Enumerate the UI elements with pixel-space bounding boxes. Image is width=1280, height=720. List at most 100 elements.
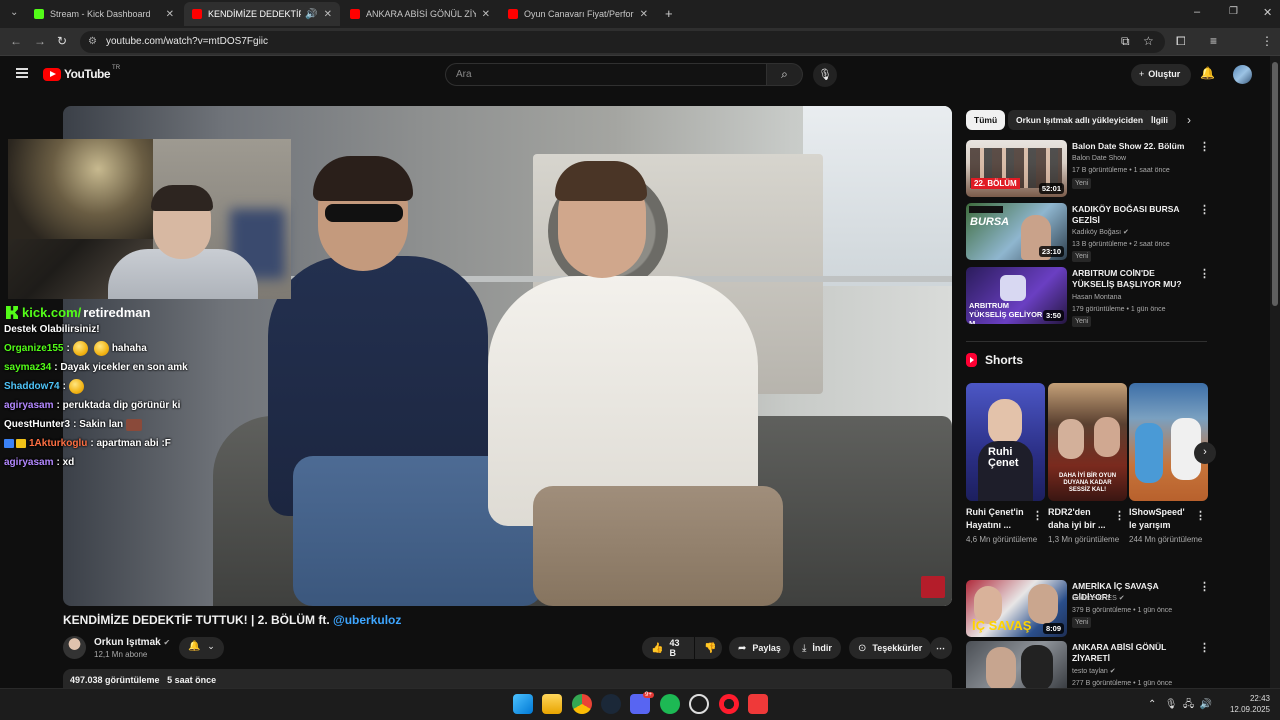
- video-thumbnail[interactable]: İÇ SAVAŞ 8:09: [966, 580, 1067, 637]
- video-thumbnail[interactable]: [966, 641, 1067, 688]
- short-title[interactable]: RDR2'den daha iyi bir ...: [1048, 506, 1110, 532]
- more-options-icon[interactable]: ⋮: [1195, 509, 1206, 522]
- spotify-icon[interactable]: [660, 694, 680, 714]
- download-button[interactable]: ⤓ İndir: [793, 637, 841, 659]
- more-actions-button[interactable]: ⋯: [930, 637, 952, 659]
- guide-menu-icon[interactable]: [16, 68, 28, 78]
- chevron-right-icon[interactable]: ›: [1187, 113, 1191, 127]
- more-options-icon[interactable]: ⋮: [1199, 580, 1210, 593]
- close-tab-icon[interactable]: ✕: [166, 9, 174, 20]
- network-icon[interactable]: 🖧: [1183, 699, 1194, 710]
- new-tab-icon[interactable]: +: [665, 6, 673, 21]
- video-title[interactable]: Balon Date Show 22. Bölüm: [1072, 141, 1196, 152]
- recommended-video[interactable]: İÇ SAVAŞ 8:09 AMERİKA İÇ SAVAŞA GİDİYOR!…: [966, 580, 1210, 640]
- channel-name[interactable]: Balon Date Show: [1072, 153, 1126, 164]
- like-button[interactable]: 👍 43 B: [642, 637, 694, 659]
- media-controls-icon[interactable]: ≡: [1210, 34, 1217, 48]
- video-title[interactable]: KADIKÖY BOĞASI BURSA GEZİSİ: [1072, 204, 1196, 226]
- steam-icon[interactable]: [601, 694, 621, 714]
- tab-kick-dashboard[interactable]: Stream - Kick Dashboard ✕: [26, 2, 182, 26]
- opera-icon[interactable]: [719, 694, 739, 714]
- taskbar-clock[interactable]: 22:43 12.09.2025: [1226, 693, 1270, 715]
- install-app-icon[interactable]: ⧉: [1121, 34, 1130, 49]
- channel-name[interactable]: Orkun Işıtmak ✔: [94, 637, 170, 648]
- voice-search-button[interactable]: 🎙: [813, 63, 837, 87]
- back-icon[interactable]: ←: [10, 34, 22, 48]
- minimize-icon[interactable]: –: [1194, 6, 1200, 18]
- site-info-icon[interactable]: ⚙: [88, 36, 97, 47]
- chevron-right-icon[interactable]: ›: [1194, 442, 1216, 464]
- maximize-icon[interactable]: ❐: [1229, 6, 1238, 17]
- chip-related[interactable]: İlgili: [1143, 110, 1176, 130]
- microphone-icon[interactable]: 🎙: [1165, 699, 1178, 710]
- dislike-button[interactable]: 👎: [695, 637, 722, 659]
- windows-start-icon[interactable]: [513, 694, 533, 714]
- video-title[interactable]: ANKARA ABİSİ GÖNÜL ZİYARETİ: [1072, 642, 1196, 664]
- recommended-video[interactable]: 22. BÖLÜM 52:01 Balon Date Show 22. Bölü…: [966, 140, 1210, 200]
- tab-youtube-oyun[interactable]: Oyun Canavarı Fiyat/Performan ✕: [500, 2, 656, 26]
- channel-name[interactable]: Hasan Montana: [1072, 292, 1121, 303]
- short-thumbnail[interactable]: DAHA İYİ BİR OYUN DUYANA KADAR SESSİZ KA…: [1048, 383, 1127, 501]
- more-options-icon[interactable]: ⋮: [1114, 509, 1125, 522]
- close-tab-icon[interactable]: ✕: [640, 9, 648, 20]
- browser-menu-icon[interactable]: ⋮: [1261, 34, 1273, 48]
- tab-search-dropdown-icon[interactable]: ⌄: [10, 7, 18, 18]
- short-item[interactable]: IShowSpeed' le yarışım 244 Mn görüntülem…: [1129, 383, 1208, 546]
- title-mention-link[interactable]: @uberkuloz: [333, 613, 401, 627]
- channel-watermark-icon[interactable]: [921, 576, 945, 598]
- create-button[interactable]: + Oluştur: [1131, 64, 1191, 86]
- forward-icon[interactable]: →: [34, 34, 46, 48]
- channel-name[interactable]: Kadıköy Boğası ✔: [1072, 227, 1129, 238]
- short-thumbnail[interactable]: [1129, 383, 1208, 501]
- tab-youtube-ankara[interactable]: ANKARA ABİSİ GÖNÜL ZİYARE ✕: [342, 2, 498, 26]
- more-options-icon[interactable]: ⋮: [1032, 509, 1043, 522]
- recommended-video[interactable]: BURSA 23:10 KADIKÖY BOĞASI BURSA GEZİSİ …: [966, 203, 1210, 263]
- chevron-up-icon[interactable]: ⌃: [1148, 699, 1156, 710]
- address-bar[interactable]: ⚙ youtube.com/watch?v=mtDOS7Fgiic: [80, 31, 1165, 53]
- tab-youtube-active[interactable]: KENDİMİZE DEDEKTİF TUTT 🔊 ✕: [184, 2, 340, 26]
- more-options-icon[interactable]: ⋮: [1199, 140, 1210, 153]
- video-thumbnail[interactable]: ARBITRUM YÜKSELİŞ GELİYOR M 3:50: [966, 267, 1067, 324]
- chrome-icon[interactable]: [572, 694, 592, 714]
- search-button[interactable]: ⌕: [767, 63, 803, 86]
- channel-avatar[interactable]: [63, 636, 86, 659]
- video-thumbnail[interactable]: BURSA 23:10: [966, 203, 1067, 260]
- search-input[interactable]: Ara: [445, 63, 767, 86]
- youtube-logo[interactable]: YouTube TR: [43, 65, 120, 81]
- short-title[interactable]: Ruhi Çenet'in Hayatını ...: [966, 506, 1028, 532]
- notifications-bell-icon[interactable]: 🔔: [1200, 66, 1215, 80]
- recommended-video[interactable]: ARBITRUM YÜKSELİŞ GELİYOR M 3:50 ARBITRU…: [966, 267, 1210, 327]
- close-window-icon[interactable]: ✕: [1263, 6, 1272, 19]
- audio-icon[interactable]: 🔊: [305, 9, 317, 20]
- video-thumbnail[interactable]: 22. BÖLÜM 52:01: [966, 140, 1067, 197]
- short-item[interactable]: Ruhi Çenet Ruhi Çenet'in Hayatını ... 4,…: [966, 383, 1045, 546]
- short-item[interactable]: DAHA İYİ BİR OYUN DUYANA KADAR SESSİZ KA…: [1048, 383, 1127, 546]
- chip-all[interactable]: Tümü: [966, 110, 1006, 130]
- more-options-icon[interactable]: ⋮: [1199, 267, 1210, 280]
- file-explorer-icon[interactable]: [542, 694, 562, 714]
- bookmark-star-icon[interactable]: ☆: [1143, 34, 1154, 48]
- more-options-icon[interactable]: ⋮: [1199, 641, 1206, 654]
- reload-icon[interactable]: ↻: [57, 34, 67, 48]
- more-options-icon[interactable]: ⋮: [1199, 203, 1210, 216]
- account-avatar[interactable]: [1233, 65, 1252, 84]
- chip-from-uploader[interactable]: Orkun Işıtmak adlı yükleyiciden: [1008, 110, 1152, 130]
- extensions-icon[interactable]: ⧠: [1176, 34, 1186, 49]
- vivaldi-icon[interactable]: [748, 694, 768, 714]
- volume-icon[interactable]: 🔊: [1200, 699, 1212, 710]
- thanks-button[interactable]: ⊙ Teşekkürler: [849, 637, 932, 659]
- recommended-video[interactable]: ANKARA ABİSİ GÖNÜL ZİYARETİ testo taylan…: [966, 641, 1206, 688]
- share-button[interactable]: ➦ Paylaş: [729, 637, 790, 659]
- close-tab-icon[interactable]: ✕: [482, 9, 490, 20]
- channel-name[interactable]: Sadece ENES ✔: [1072, 593, 1125, 604]
- app-icon[interactable]: [689, 694, 709, 714]
- scrollbar-thumb[interactable]: [1272, 62, 1278, 306]
- subscription-bell-button[interactable]: 🔔 ⌄: [179, 637, 224, 659]
- video-title[interactable]: ARBITRUM COİN'DE YÜKSELİŞ BAŞLIYOR MU? A…: [1072, 268, 1196, 290]
- short-title[interactable]: IShowSpeed' le yarışım: [1129, 506, 1191, 532]
- system-tray[interactable]: ⌃ 🎙 🖧 🔊: [1148, 697, 1212, 714]
- channel-name[interactable]: testo taylan ✔: [1072, 666, 1116, 677]
- short-thumbnail[interactable]: Ruhi Çenet: [966, 383, 1045, 501]
- close-tab-icon[interactable]: ✕: [324, 9, 332, 20]
- description-box[interactable]: 497.038 görüntüleme 5 saat önce: [63, 669, 952, 688]
